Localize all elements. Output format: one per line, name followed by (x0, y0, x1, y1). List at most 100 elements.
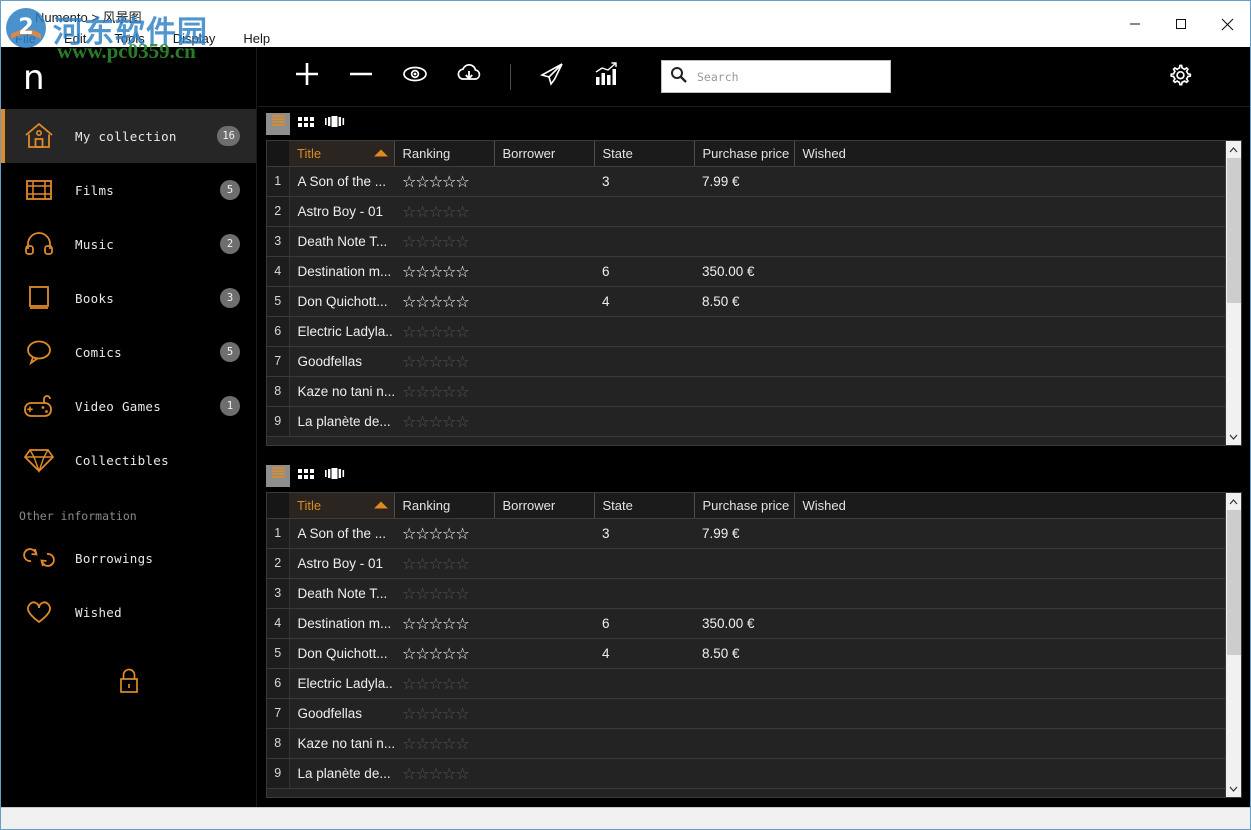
search-box[interactable] (661, 60, 891, 93)
table-row[interactable]: 3Death Note T...☆☆☆☆☆ (267, 226, 1241, 256)
rating-stars[interactable]: ☆☆☆☆☆ (402, 262, 469, 281)
collection-panel-primary: Title Ranking Borrower State Purchase pr… (258, 107, 1250, 459)
table-row[interactable]: 5Don Quichott...☆☆☆☆☆48.50 € (267, 638, 1241, 668)
table-row[interactable]: 2Astro Boy - 01☆☆☆☆☆ (267, 548, 1241, 578)
table-row[interactable]: 4Destination m...☆☆☆☆☆6350.00 € (267, 608, 1241, 638)
menu-edit[interactable]: Edit (62, 31, 88, 46)
sidebar-item-comics[interactable]: Comics 5 (1, 325, 256, 379)
scroll-down-icon[interactable] (1226, 780, 1242, 797)
rating-stars[interactable]: ☆☆☆☆☆ (402, 674, 469, 693)
statistics-button[interactable] (579, 55, 633, 99)
list-icon (270, 114, 287, 134)
rating-stars[interactable]: ☆☆☆☆☆ (402, 644, 469, 663)
settings-button[interactable] (1162, 59, 1198, 95)
rating-stars[interactable]: ☆☆☆☆☆ (402, 232, 469, 251)
sidebar-item-books[interactable]: Books 3 (1, 271, 256, 325)
table-row[interactable]: 8Kaze no tani n...☆☆☆☆☆ (267, 376, 1241, 406)
col-title[interactable]: Title (289, 493, 394, 518)
col-purchase-price[interactable]: Purchase price (694, 141, 794, 166)
sidebar-item-music[interactable]: Music 2 (1, 217, 256, 271)
add-button[interactable] (280, 55, 334, 99)
col-purchase-price[interactable]: Purchase price (694, 493, 794, 518)
list-view-button[interactable] (266, 113, 290, 135)
table-row[interactable]: 1A Son of the ...☆☆☆☆☆37.99 € (267, 518, 1241, 548)
maximize-button[interactable] (1158, 1, 1204, 47)
lock-indicator[interactable] (1, 667, 256, 702)
menu-tools[interactable]: Tools (112, 31, 146, 46)
rating-stars[interactable]: ☆☆☆☆☆ (402, 734, 469, 753)
rating-stars[interactable]: ☆☆☆☆☆ (402, 382, 469, 401)
table-row[interactable]: 1A Son of the ...☆☆☆☆☆37.99 € (267, 166, 1241, 196)
cell-ranking: ☆☆☆☆☆ (394, 758, 494, 788)
list-view-button-secondary[interactable] (266, 465, 290, 487)
table-row[interactable]: 6Electric Ladyla...☆☆☆☆☆ (267, 668, 1241, 698)
minimize-button[interactable] (1112, 1, 1158, 47)
sidebar-item-borrowings[interactable]: Borrowings (1, 531, 256, 585)
col-wished[interactable]: Wished (794, 141, 1241, 166)
rating-stars[interactable]: ☆☆☆☆☆ (402, 704, 469, 723)
close-button[interactable] (1204, 1, 1250, 47)
table-row[interactable]: 7Goodfellas☆☆☆☆☆ (267, 698, 1241, 728)
scroll-track[interactable] (1226, 510, 1242, 780)
table-row[interactable]: 5Don Quichott...☆☆☆☆☆48.50 € (267, 286, 1241, 316)
col-ranking[interactable]: Ranking (394, 493, 494, 518)
search-input[interactable] (687, 70, 890, 84)
col-wished[interactable]: Wished (794, 493, 1241, 518)
table-row[interactable]: 9La planète de...☆☆☆☆☆ (267, 406, 1241, 436)
rating-stars[interactable]: ☆☆☆☆☆ (402, 322, 469, 341)
sidebar-item-collectibles[interactable]: Collectibles (1, 433, 256, 487)
rating-stars[interactable]: ☆☆☆☆☆ (402, 172, 469, 191)
table-row[interactable]: 4Destination m...☆☆☆☆☆6350.00 € (267, 256, 1241, 286)
col-state[interactable]: State (594, 141, 694, 166)
cell-index: 1 (267, 166, 289, 196)
table-row[interactable]: 3Death Note T...☆☆☆☆☆ (267, 578, 1241, 608)
table-row[interactable]: 8Kaze no tani n...☆☆☆☆☆ (267, 728, 1241, 758)
cell-wished (794, 196, 1241, 226)
rating-stars[interactable]: ☆☆☆☆☆ (402, 292, 469, 311)
grid-view-button[interactable] (294, 113, 318, 135)
coverflow-view-button[interactable] (322, 113, 346, 135)
cell-ranking: ☆☆☆☆☆ (394, 346, 494, 376)
vertical-scrollbar-secondary[interactable] (1225, 493, 1241, 797)
col-borrower[interactable]: Borrower (494, 141, 594, 166)
menu-display[interactable]: Display (171, 31, 218, 46)
col-borrower[interactable]: Borrower (494, 493, 594, 518)
rating-stars[interactable]: ☆☆☆☆☆ (402, 524, 469, 543)
rating-stars[interactable]: ☆☆☆☆☆ (402, 764, 469, 783)
col-title[interactable]: Title (289, 141, 394, 166)
scroll-down-icon[interactable] (1226, 428, 1242, 445)
rating-stars[interactable]: ☆☆☆☆☆ (402, 554, 469, 573)
rating-stars[interactable]: ☆☆☆☆☆ (402, 352, 469, 371)
cell-ranking: ☆☆☆☆☆ (394, 608, 494, 638)
col-state[interactable]: State (594, 493, 694, 518)
rating-stars[interactable]: ☆☆☆☆☆ (402, 584, 469, 603)
menu-file[interactable]: File (13, 31, 38, 46)
col-index (267, 493, 289, 518)
vertical-scrollbar-primary[interactable] (1225, 141, 1241, 445)
preview-button[interactable] (388, 55, 442, 99)
sidebar-item-my-collection[interactable]: My collection 16 (1, 109, 256, 163)
table-row[interactable]: 9La planète de...☆☆☆☆☆ (267, 758, 1241, 788)
table-row[interactable]: 6Electric Ladyla...☆☆☆☆☆ (267, 316, 1241, 346)
sidebar-item-video-games[interactable]: Video Games 1 (1, 379, 256, 433)
table-row[interactable]: 7Goodfellas☆☆☆☆☆ (267, 346, 1241, 376)
scroll-up-icon[interactable] (1226, 141, 1242, 158)
rating-stars[interactable]: ☆☆☆☆☆ (402, 412, 469, 431)
menu-help[interactable]: Help (241, 31, 272, 46)
col-ranking[interactable]: Ranking (394, 141, 494, 166)
rating-stars[interactable]: ☆☆☆☆☆ (402, 202, 469, 221)
scroll-track[interactable] (1226, 158, 1242, 428)
scroll-up-icon[interactable] (1226, 493, 1242, 510)
import-button[interactable] (442, 55, 496, 99)
cell-wished (794, 286, 1241, 316)
remove-button[interactable] (334, 55, 388, 99)
sidebar-item-wished[interactable]: Wished (1, 585, 256, 639)
send-button[interactable] (525, 55, 579, 99)
sidebar-item-films[interactable]: Films 5 (1, 163, 256, 217)
rating-stars[interactable]: ☆☆☆☆☆ (402, 614, 469, 633)
coverflow-view-button-secondary[interactable] (322, 465, 346, 487)
grid-view-button-secondary[interactable] (294, 465, 318, 487)
scroll-thumb[interactable] (1227, 510, 1241, 655)
table-row[interactable]: 2Astro Boy - 01☆☆☆☆☆ (267, 196, 1241, 226)
scroll-thumb[interactable] (1227, 158, 1241, 303)
